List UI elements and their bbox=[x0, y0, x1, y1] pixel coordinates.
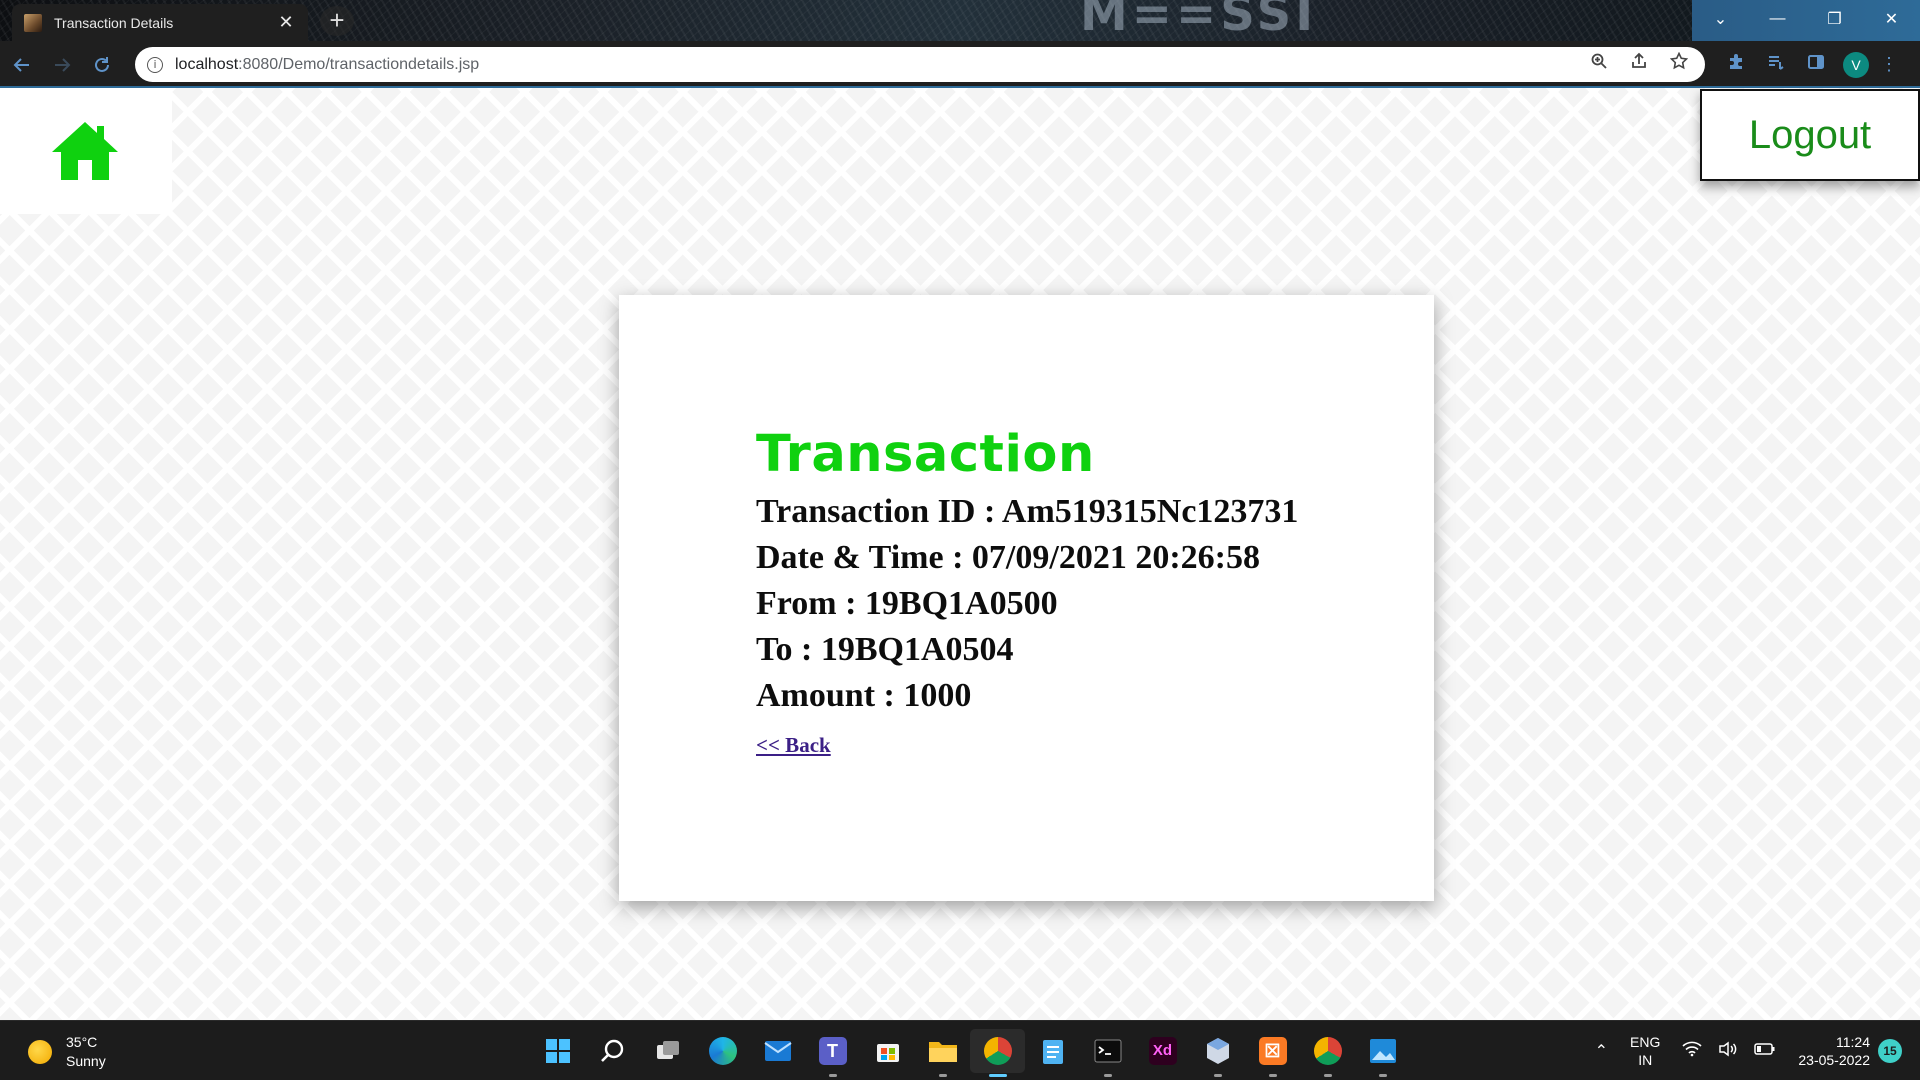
browser-tab-strip: M==SSI Transaction Details ✕ + ⌄ — ❐ ✕ bbox=[0, 0, 1920, 42]
zoom-icon[interactable] bbox=[1585, 51, 1613, 79]
terminal-icon[interactable] bbox=[1080, 1029, 1135, 1077]
transaction-from: From : 19BQ1A0500 bbox=[756, 585, 1058, 622]
transaction-id: Transaction ID : Am519315Nc123731 bbox=[756, 493, 1299, 530]
tab-search-button[interactable]: ⌄ bbox=[1692, 0, 1749, 38]
extensions-puzzle-icon[interactable] bbox=[1716, 53, 1756, 76]
home-icon[interactable] bbox=[50, 120, 120, 182]
close-window-button[interactable]: ✕ bbox=[1863, 0, 1920, 38]
site-info-icon[interactable]: i bbox=[147, 56, 163, 73]
tab-title: Transaction Details bbox=[54, 14, 174, 31]
reading-list-icon[interactable] bbox=[1756, 53, 1796, 76]
clock-date: 23-05-2022 bbox=[1798, 1052, 1870, 1068]
teams-icon[interactable]: T bbox=[805, 1029, 860, 1077]
wallpaper-text: M==SSI bbox=[1080, 0, 1318, 42]
chevron-up-icon[interactable]: ⌃ bbox=[1595, 1041, 1608, 1061]
back-link[interactable]: << Back bbox=[756, 733, 831, 758]
window-controls: ⌄ — ❐ ✕ bbox=[1692, 0, 1920, 41]
minimize-button[interactable]: — bbox=[1749, 0, 1806, 38]
edge-icon[interactable] bbox=[695, 1029, 750, 1073]
box-app-icon[interactable] bbox=[1190, 1029, 1245, 1077]
favicon-icon bbox=[24, 13, 42, 32]
profile-avatar[interactable]: V bbox=[1843, 51, 1869, 78]
transaction-date-time: Date & Time : 07/09/2021 20:26:58 bbox=[756, 539, 1260, 576]
mail-icon[interactable] bbox=[750, 1029, 805, 1073]
browser-tab[interactable]: Transaction Details ✕ bbox=[12, 4, 308, 41]
search-icon[interactable] bbox=[585, 1029, 640, 1073]
clock[interactable]: 11:24 23-05-2022 bbox=[1798, 1033, 1870, 1069]
address-bar[interactable]: i localhost:8080/Demo/transactiondetails… bbox=[135, 47, 1705, 82]
weather-description: Sunny bbox=[66, 1053, 106, 1069]
forward-arrow-icon[interactable] bbox=[44, 47, 80, 83]
system-tray: ⌃ ENG IN 11:24 23-05-2022 15 bbox=[1587, 1021, 1920, 1080]
transaction-to: To : 19BQ1A0504 bbox=[756, 631, 1014, 668]
url-text[interactable]: localhost:8080/Demo/transactiondetails.j… bbox=[175, 56, 1573, 74]
sun-icon bbox=[28, 1040, 52, 1064]
weather-widget[interactable]: 35°C Sunny bbox=[28, 1033, 106, 1071]
side-panel-icon[interactable] bbox=[1796, 53, 1836, 76]
notepad-icon[interactable] bbox=[1025, 1029, 1080, 1073]
clock-time: 11:24 bbox=[1836, 1034, 1870, 1050]
transaction-amount: Amount : 1000 bbox=[756, 677, 972, 714]
new-tab-button[interactable]: + bbox=[320, 6, 354, 36]
xd-icon[interactable]: Xd bbox=[1135, 1029, 1190, 1073]
store-icon[interactable] bbox=[860, 1029, 915, 1073]
share-icon[interactable] bbox=[1625, 51, 1653, 79]
bookmark-star-icon[interactable] bbox=[1665, 51, 1693, 79]
volume-icon[interactable] bbox=[1718, 1041, 1738, 1062]
home-link[interactable] bbox=[0, 88, 172, 214]
file-explorer-icon[interactable] bbox=[915, 1029, 970, 1077]
chrome-profile-icon[interactable] bbox=[1300, 1029, 1355, 1077]
notification-badge[interactable]: 15 bbox=[1878, 1039, 1902, 1063]
browser-menu-icon[interactable]: ⋮ bbox=[1876, 54, 1902, 75]
back-arrow-icon[interactable] bbox=[4, 47, 40, 83]
photos-icon[interactable] bbox=[1355, 1029, 1410, 1077]
language-indicator[interactable]: ENG IN bbox=[1630, 1033, 1660, 1069]
extension-area: V ⋮ bbox=[1716, 47, 1902, 82]
browser-toolbar: i localhost:8080/Demo/transactiondetails… bbox=[0, 41, 1920, 88]
weather-temperature: 35°C bbox=[66, 1034, 98, 1050]
transaction-card: Transaction Transaction ID : Am519315Nc1… bbox=[619, 295, 1434, 901]
start-icon[interactable] bbox=[530, 1029, 585, 1073]
battery-icon[interactable] bbox=[1754, 1042, 1776, 1061]
wifi-icon[interactable] bbox=[1682, 1041, 1702, 1062]
page-title: Transaction bbox=[756, 425, 1095, 484]
taskbar-apps: T Xd ☒ bbox=[530, 1029, 1410, 1077]
reload-icon[interactable] bbox=[84, 47, 120, 83]
task-view-icon[interactable] bbox=[640, 1029, 695, 1073]
tab-close-icon[interactable]: ✕ bbox=[276, 12, 296, 33]
logout-button[interactable]: Logout bbox=[1700, 89, 1920, 181]
chrome-icon[interactable] bbox=[970, 1029, 1025, 1077]
page-content: Logout Transaction Transaction ID : Am51… bbox=[0, 88, 1920, 1020]
restore-button[interactable]: ❐ bbox=[1806, 0, 1863, 38]
xampp-icon[interactable]: ☒ bbox=[1245, 1029, 1300, 1077]
taskbar: 35°C Sunny T Xd ☒ ⌃ ENG IN 11:24 23-05-2… bbox=[0, 1020, 1920, 1080]
